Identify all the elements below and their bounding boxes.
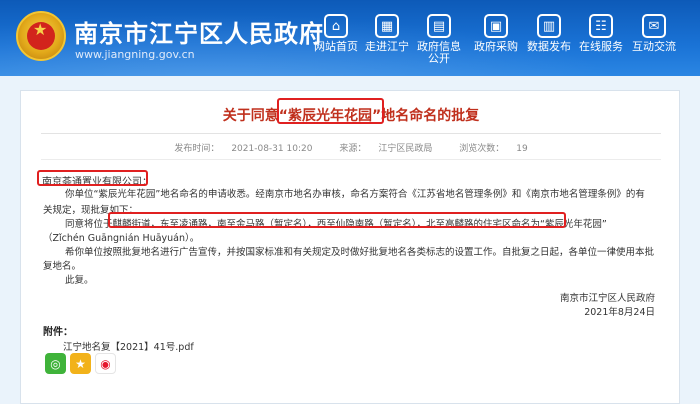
divider [41, 133, 661, 134]
nav-label: 数据发布 [527, 40, 571, 53]
paragraph-3-cont: 复地名。 [43, 261, 82, 272]
chart-icon: ▥ [537, 14, 561, 38]
attachment-link[interactable]: 江宁地名复【2021】41号.pdf [63, 339, 194, 353]
article-meta: 发布时间： 2021-08-31 10:20 来源： 江宁区民政局 浏览次数： 19 [21, 141, 681, 154]
signature-org: 南京市江宁区人民政府 [559, 293, 655, 304]
nav-item-home[interactable]: ⌂ 网站首页 [308, 14, 364, 74]
publish-label: 发布时间： [174, 144, 220, 154]
publish-time: 发布时间： 2021-08-31 10:20 [168, 144, 318, 154]
article-panel: 关于同意“紫辰光年花园”地名命名的批复 发布时间： 2021-08-31 10:2… [20, 90, 680, 404]
source-value: 江宁区民政局 [378, 144, 433, 154]
national-emblem-icon: ★ [16, 11, 66, 61]
nav-label: 互动交流 [632, 40, 676, 53]
site-header: ★ 南京市江宁区人民政府 www.jiangning.gov.cn ⌂ 网站首页… [0, 0, 700, 76]
nav-label: 政府信息公开 [417, 40, 461, 65]
nav-item-online-service[interactable]: ☷ 在线服务 [573, 14, 629, 74]
source: 来源： 江宁区民政局 [333, 144, 438, 154]
views: 浏览次数： 19 [453, 144, 533, 154]
nav-label: 网站首页 [314, 40, 358, 53]
site-title[interactable]: 南京市江宁区人民政府 [74, 14, 324, 49]
nav-item-data[interactable]: ▥ 数据发布 [521, 14, 577, 74]
paragraph-1: 你单位“紫辰光年花园”地名命名的申请收悉。经南京市地名办审核，命名方案符合《江苏… [65, 189, 645, 200]
source-label: 来源： [339, 144, 367, 154]
nav-item-about[interactable]: ▦ 走进江宁 [359, 14, 415, 74]
site-url: www.jiangning.gov.cn [75, 48, 195, 61]
nav-item-interaction[interactable]: ✉ 互动交流 [626, 14, 682, 74]
paragraph-4: 此复。 [65, 275, 94, 286]
wechat-share-icon[interactable]: ◎ [45, 353, 66, 374]
paragraph-3: 希你单位按照批复地名进行广告宣传，并按国家标准和有关规定及时做好批复地名各类标志… [65, 247, 655, 258]
highlight-box-title [277, 98, 384, 124]
attachment-label: 附件： [43, 327, 73, 338]
chat-icon: ✉ [642, 14, 666, 38]
highlight-box-addressee [37, 170, 148, 186]
views-label: 浏览次数： [459, 144, 505, 154]
purchase-icon: ▣ [484, 14, 508, 38]
paragraph-2-cont: （Zǐchén Guāngnián Huāyuán）。 [43, 233, 200, 244]
signature-date: 2021年8月24日 [584, 307, 655, 318]
nav-label: 走进江宁 [365, 40, 409, 53]
nav-label: 在线服务 [579, 40, 623, 53]
nav-item-procurement[interactable]: ▣ 政府采购 [468, 14, 524, 74]
home-icon: ⌂ [324, 14, 348, 38]
weibo-share-icon[interactable]: ◉ [95, 353, 116, 374]
highlight-box-location [108, 212, 566, 228]
divider [41, 159, 661, 160]
views-value: 19 [516, 144, 528, 154]
emblem-star-icon: ★ [33, 20, 48, 39]
service-icon: ☷ [589, 14, 613, 38]
publish-value: 2021-08-31 10:20 [231, 144, 313, 154]
building-icon: ▦ [375, 14, 399, 38]
document-icon: ▤ [427, 14, 451, 38]
qzone-share-icon[interactable]: ★ [70, 353, 91, 374]
nav-label: 政府采购 [474, 40, 518, 53]
nav-item-info-public[interactable]: ▤ 政府信息公开 [411, 14, 467, 74]
